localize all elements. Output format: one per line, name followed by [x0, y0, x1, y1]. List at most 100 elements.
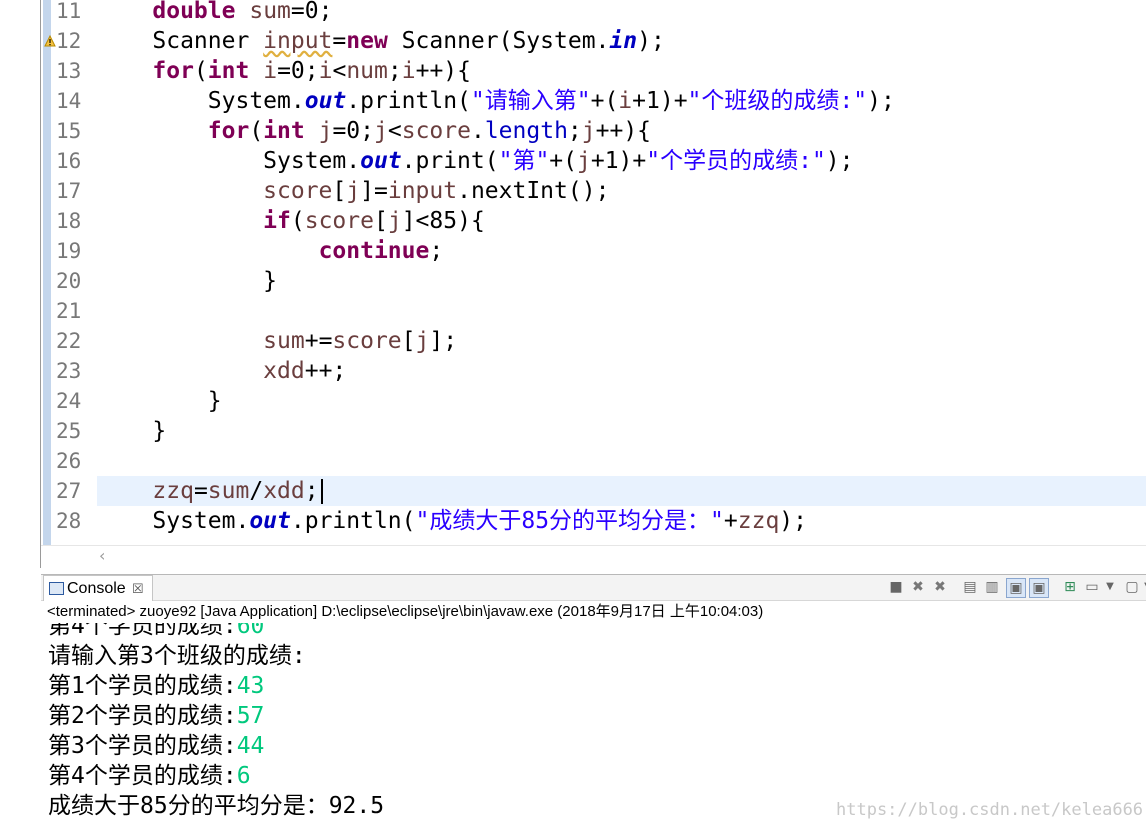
code-token: = — [193, 478, 208, 504]
code-token: ; — [429, 238, 444, 264]
code-token: "请输入第" — [470, 88, 591, 114]
code-token: ]= — [360, 178, 388, 204]
chevron-down-icon[interactable]: ▼ — [1139, 578, 1146, 596]
line-number: 25 — [56, 419, 82, 443]
code-line[interactable]: 17 score[j]=input.nextInt(); — [0, 176, 1146, 206]
pin-console-icon[interactable]: ⊞ — [1061, 578, 1079, 596]
code-token: System. — [97, 148, 361, 174]
display-console-icon[interactable]: ▭ — [1083, 578, 1101, 596]
code-token: j — [374, 118, 388, 144]
code-token: for — [152, 58, 194, 84]
code-token: / — [249, 478, 264, 504]
console-line: 第4个学员的成绩:60 — [48, 623, 264, 641]
clear-console-icon[interactable]: ▤ — [961, 578, 979, 596]
code-line[interactable]: 21 — [0, 296, 1146, 326]
code-token: } — [97, 268, 278, 294]
show-stderr-icon[interactable]: ▣ — [1029, 578, 1049, 598]
code-token: "成绩大于85分的平均分是：" — [415, 508, 724, 534]
scroll-left-icon[interactable]: ‹ — [99, 546, 105, 565]
line-number: 23 — [56, 359, 82, 383]
code-token: in — [609, 28, 638, 54]
code-line[interactable]: 12 Scanner input=new Scanner(System.in); — [0, 26, 1146, 56]
code-token: i — [318, 58, 333, 84]
remove-launch-icon[interactable]: ✖ — [909, 578, 927, 596]
terminate-icon[interactable]: ■ — [887, 578, 905, 596]
code-line[interactable]: 15 for(int j=0;j<score.length;j++){ — [0, 116, 1146, 146]
horizontal-scrollbar[interactable]: ‹ — [41, 545, 1146, 569]
code-token: double — [152, 0, 236, 24]
code-token: } — [97, 418, 167, 444]
scroll-lock-icon[interactable]: ▥ — [983, 578, 1001, 596]
code-token: if — [263, 208, 291, 234]
code-token: +1)+ — [590, 148, 647, 174]
code-token: < — [387, 118, 402, 144]
code-line[interactable]: 13 for(int i=0;i<num;i++){ — [0, 56, 1146, 86]
tab-console[interactable]: Console ☒ — [43, 575, 153, 601]
show-stdout-icon[interactable]: ▣ — [1006, 578, 1026, 598]
code-line[interactable]: 14 System.out.println("请输入第"+(i+1)+"个班级的… — [0, 86, 1146, 116]
code-text: } — [97, 416, 166, 446]
console-user-input: 60 — [236, 623, 265, 639]
code-token: ; — [304, 478, 319, 504]
close-icon[interactable]: ☒ — [132, 576, 144, 601]
code-line[interactable]: 18 if(score[j]<85){ — [0, 206, 1146, 236]
code-token: ( — [193, 58, 208, 84]
tab-console-label: Console — [67, 580, 126, 597]
code-editor[interactable]: 11 double sum=0; 12 Scanner input=new Sca… — [0, 0, 1146, 545]
code-token: out — [249, 508, 291, 534]
code-line[interactable]: 19 continue; — [0, 236, 1146, 266]
console-line: 第1个学员的成绩:43 — [48, 671, 264, 701]
code-text: } — [97, 266, 277, 296]
code-token: sum — [263, 328, 305, 354]
code-line[interactable]: 25 } — [0, 416, 1146, 446]
code-token: += — [304, 328, 333, 354]
code-text: xdd++; — [97, 356, 346, 386]
code-token: ( — [290, 208, 305, 234]
code-token: i — [618, 88, 633, 114]
code-token: j — [581, 118, 596, 144]
chevron-down-icon[interactable]: ▼ — [1101, 578, 1119, 596]
code-token: "个学员的成绩:" — [646, 148, 826, 174]
code-token: i — [401, 58, 416, 84]
code-line[interactable]: 20 } — [0, 266, 1146, 296]
code-text: for(int j=0;j<score.length;j++){ — [97, 116, 651, 146]
editor-left-border — [40, 0, 41, 568]
code-line[interactable]: 23 xdd++; — [0, 356, 1146, 386]
console-user-input: 6 — [236, 763, 251, 789]
line-number: 19 — [56, 239, 82, 263]
code-token: ++){ — [415, 58, 471, 84]
code-token: =0; — [277, 58, 319, 84]
code-token: .print( — [401, 148, 499, 174]
code-token: =0; — [290, 0, 333, 24]
text-caret — [321, 479, 323, 504]
code-token: "个班级的成绩:" — [687, 88, 868, 114]
code-token: j — [318, 118, 333, 144]
code-token: input — [263, 28, 333, 54]
line-number: 11 — [56, 0, 82, 23]
console-tab-bar: Console ☒ ■ ✖ ✖ ▤ ▥ ▣ ▣ ⊞ ▭ ▼ ▢ ▼ — [41, 575, 1146, 601]
code-line[interactable]: 11 double sum=0; — [0, 0, 1146, 26]
code-line[interactable]: 27 zzq=sum/xdd; — [0, 476, 1146, 506]
console-panel: Console ☒ ■ ✖ ✖ ▤ ▥ ▣ ▣ ⊞ ▭ ▼ ▢ ▼ <termi… — [41, 574, 1146, 831]
remove-all-icon[interactable]: ✖ — [931, 578, 949, 596]
console-line-text: 成绩大于85分的平均分是：92.5 — [48, 793, 385, 819]
code-token: ++){ — [595, 118, 652, 144]
code-token: continue — [318, 238, 430, 264]
warning-icon[interactable] — [44, 35, 56, 47]
code-line[interactable]: 24 } — [0, 386, 1146, 416]
console-line: 第2个学员的成绩:57 — [48, 701, 264, 731]
console-status-line: <terminated> zuoye92 [Java Application] … — [47, 603, 764, 620]
code-token: ); — [779, 508, 807, 534]
code-token: ; — [567, 118, 582, 144]
code-line[interactable]: 26 — [0, 446, 1146, 476]
code-line[interactable]: 22 sum+=score[j]; — [0, 326, 1146, 356]
code-token: ++; — [304, 358, 347, 384]
console-line-text: 第1个学员的成绩: — [48, 673, 237, 699]
code-line[interactable]: 16 System.out.print("第"+(j+1)+"个学员的成绩:")… — [0, 146, 1146, 176]
console-user-input: 57 — [236, 703, 265, 729]
code-line[interactable]: 28 System.out.println("成绩大于85分的平均分是："+zz… — [0, 506, 1146, 536]
console-icon — [49, 582, 64, 595]
